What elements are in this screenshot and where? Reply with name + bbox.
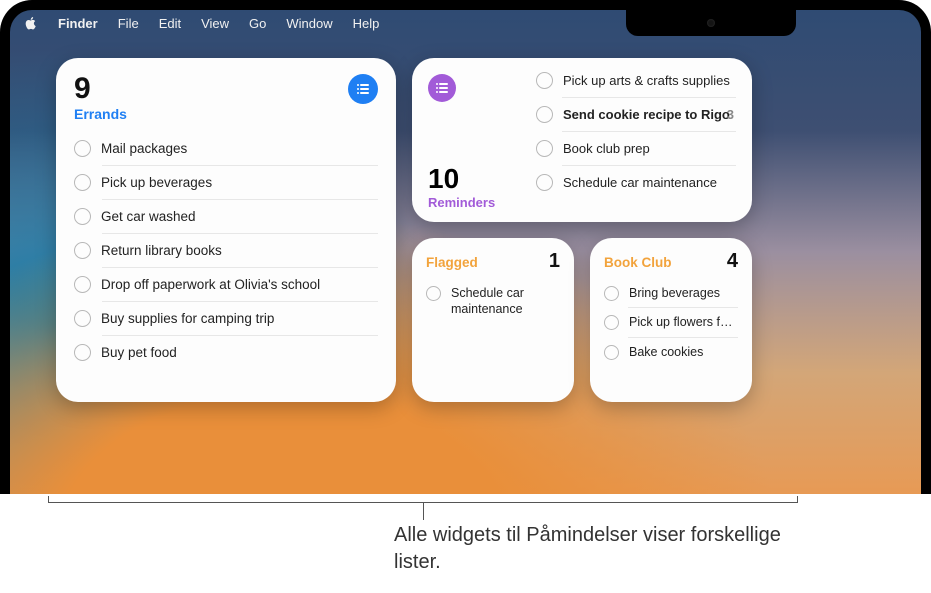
item-text: Buy supplies for camping trip [101, 311, 274, 326]
checkbox-icon[interactable] [536, 72, 553, 89]
checkbox-icon[interactable] [604, 286, 619, 301]
list-item[interactable]: Book club prep [530, 132, 746, 165]
item-text: Mail packages [101, 141, 187, 156]
checkbox-icon[interactable] [536, 106, 553, 123]
checkbox-icon[interactable] [426, 286, 441, 301]
list-item[interactable]: Mail packages [56, 132, 396, 165]
menubar-item-help[interactable]: Help [353, 16, 380, 31]
list-item[interactable]: Send cookie recipe to Rigo3 [530, 98, 746, 131]
annotation-text: Alle widgets til Påmindelser viser forsk… [394, 522, 798, 576]
item-text: Schedule car maintenance [451, 285, 560, 318]
menubar-item-view[interactable]: View [201, 16, 229, 31]
checkbox-icon[interactable] [74, 310, 91, 327]
widget-bookclub[interactable]: Book Club 4 Bring beverages Pick up flow… [590, 238, 752, 402]
desktop-screen: Finder File Edit View Go Window Help 9 E… [10, 10, 921, 494]
item-text: Get car washed [101, 209, 196, 224]
list-item[interactable]: Return library books [56, 234, 396, 267]
list-item[interactable]: Bake cookies [604, 338, 738, 366]
list-item[interactable]: Bring beverages [604, 279, 738, 307]
errands-count: 9 [74, 74, 127, 104]
checkbox-icon[interactable] [74, 344, 91, 361]
checkbox-icon[interactable] [74, 174, 91, 191]
flagged-title: Flagged [426, 255, 478, 270]
reminders-count: 10 [428, 165, 530, 193]
menubar-app-name[interactable]: Finder [58, 16, 98, 31]
checkbox-icon[interactable] [604, 315, 619, 330]
list-item[interactable]: Buy pet food [56, 336, 396, 369]
item-text: Bake cookies [629, 344, 738, 360]
reminders-title: Reminders [428, 195, 530, 210]
flagged-count: 1 [549, 250, 560, 273]
checkbox-icon[interactable] [74, 276, 91, 293]
list-icon [428, 74, 456, 102]
menubar-item-go[interactable]: Go [249, 16, 266, 31]
checkbox-icon[interactable] [536, 140, 553, 157]
item-text: Drop off paperwork at Olivia's school [101, 277, 320, 292]
item-text: Pick up arts & crafts supplies [563, 73, 730, 88]
bookclub-count: 4 [727, 250, 738, 273]
list-icon [348, 74, 378, 104]
menubar-item-window[interactable]: Window [286, 16, 332, 31]
camera-icon [707, 19, 715, 27]
widget-errands[interactable]: 9 Errands Mail packages Pick up beverage… [56, 58, 396, 402]
checkbox-icon[interactable] [74, 208, 91, 225]
widget-flagged[interactable]: Flagged 1 Schedule car maintenance [412, 238, 574, 402]
checkbox-icon[interactable] [536, 174, 553, 191]
item-text: Return library books [101, 243, 222, 258]
item-text: Schedule car maintenance [563, 175, 717, 190]
list-item[interactable]: Get car washed [56, 200, 396, 233]
menubar-item-file[interactable]: File [118, 16, 139, 31]
item-text: Bring beverages [629, 285, 738, 301]
item-text: Buy pet food [101, 345, 177, 360]
bookclub-title: Book Club [604, 255, 672, 270]
checkbox-icon[interactable] [74, 140, 91, 157]
list-item[interactable]: Drop off paperwork at Olivia's school [56, 268, 396, 301]
widgets-area: 9 Errands Mail packages Pick up beverage… [56, 58, 752, 402]
list-item[interactable]: Schedule car maintenance [530, 166, 746, 199]
item-text: Pick up flowers f… [629, 314, 738, 330]
display-notch [626, 10, 796, 36]
item-badge: 3 [727, 107, 734, 122]
menubar-item-edit[interactable]: Edit [159, 16, 181, 31]
checkbox-icon[interactable] [604, 345, 619, 360]
apple-menu-icon[interactable] [24, 16, 38, 30]
bracket-icon [48, 502, 798, 522]
list-item[interactable]: Pick up beverages [56, 166, 396, 199]
widget-reminders[interactable]: 10 Reminders Pick up arts & crafts suppl… [412, 58, 752, 222]
list-item[interactable]: Pick up arts & crafts supplies [530, 64, 746, 97]
laptop-bezel: Finder File Edit View Go Window Help 9 E… [0, 0, 931, 494]
list-item[interactable]: Schedule car maintenance [426, 279, 560, 324]
checkbox-icon[interactable] [74, 242, 91, 259]
list-item[interactable]: Pick up flowers f… [604, 308, 738, 336]
item-text: Send cookie recipe to Rigo [563, 107, 730, 122]
annotation: Alle widgets til Påmindelser viser forsk… [48, 502, 798, 576]
item-text: Book club prep [563, 141, 650, 156]
errands-title: Errands [74, 106, 127, 122]
item-text: Pick up beverages [101, 175, 212, 190]
list-item[interactable]: Buy supplies for camping trip [56, 302, 396, 335]
